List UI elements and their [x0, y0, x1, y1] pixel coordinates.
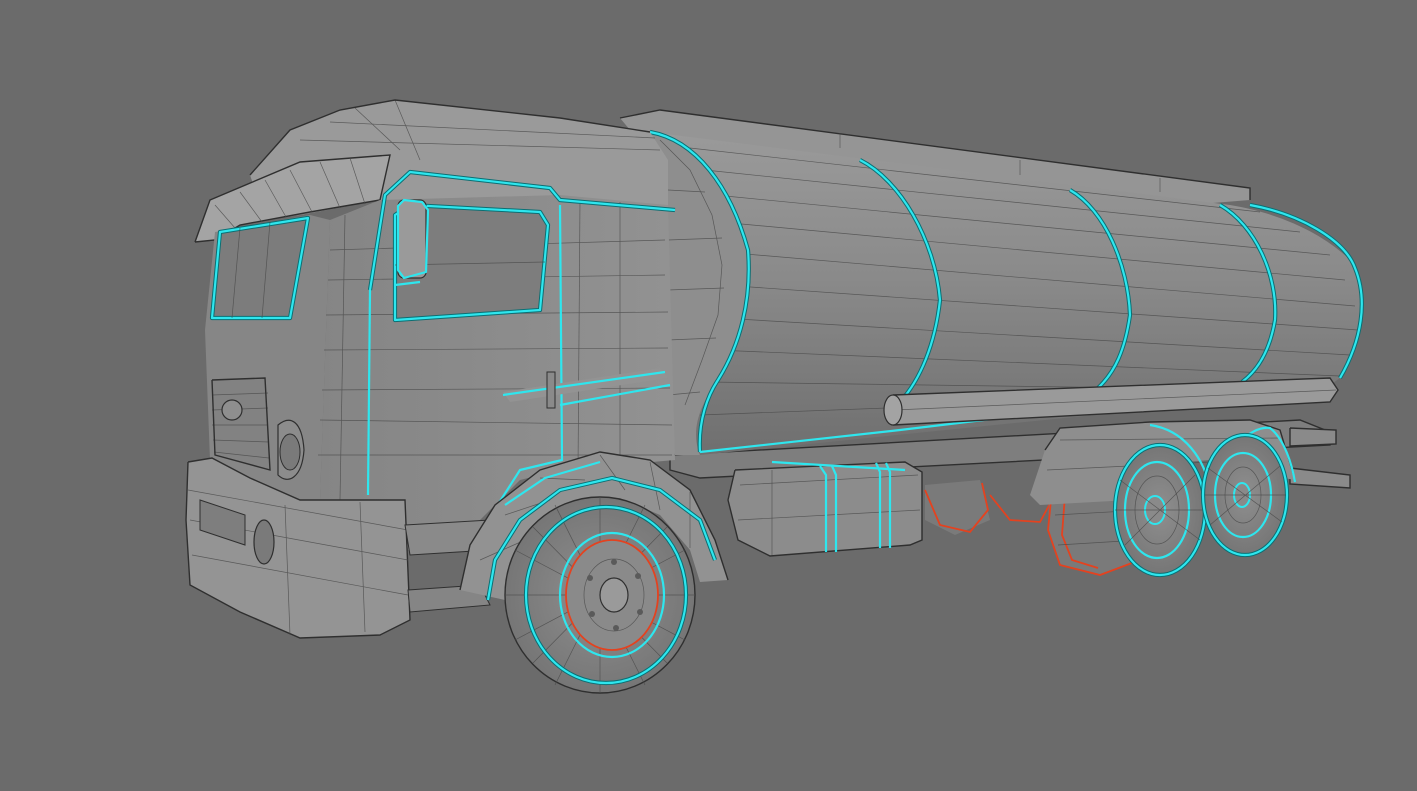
front-wheel	[504, 496, 696, 694]
3d-viewport[interactable]	[0, 0, 1417, 791]
tank	[619, 109, 1364, 455]
truck-model[interactable]	[0, 0, 1417, 791]
rear-wheel-1	[1112, 442, 1208, 578]
fuel-tank	[727, 460, 923, 557]
rear-wheel-2	[1200, 432, 1290, 558]
